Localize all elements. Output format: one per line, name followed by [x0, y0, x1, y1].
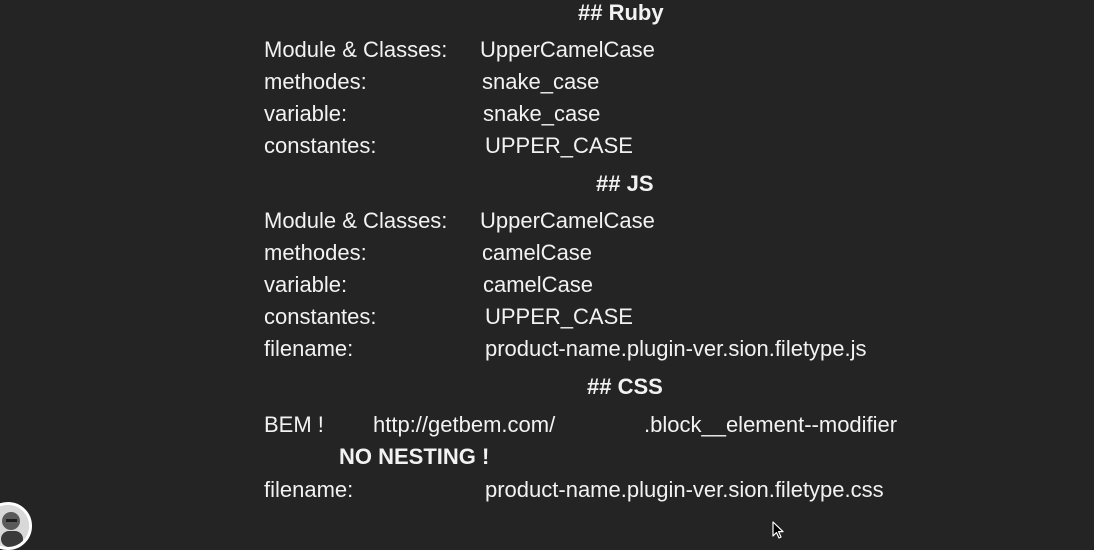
- css-bem-link: http://getbem.com/: [373, 412, 556, 437]
- ruby-label-methods: methodes:: [264, 69, 367, 94]
- ruby-value-methods: snake_case: [482, 69, 600, 94]
- js-heading: ## JS: [596, 171, 654, 196]
- js-value-modules: UpperCamelCase: [480, 208, 655, 233]
- css-heading: ## CSS: [587, 374, 663, 399]
- js-value-filename: product-name.plugin-ver.sion.filetype.js: [485, 336, 867, 361]
- js-label-methods: methodes:: [264, 240, 367, 265]
- js-value-constants: UPPER_CASE: [485, 304, 633, 329]
- slide-content: ## Ruby Module & Classes: UpperCamelCase…: [0, 0, 1094, 540]
- ruby-label-modules: Module & Classes:: [264, 37, 448, 62]
- mouse-cursor-icon: [772, 521, 784, 539]
- js-value-methods: camelCase: [482, 240, 593, 265]
- js-label-constants: constantes:: [264, 304, 377, 329]
- css-no-nesting: NO NESTING !: [339, 444, 490, 469]
- css-value-filename: product-name.plugin-ver.sion.filetype.cs…: [485, 477, 884, 502]
- ruby-label-variable: variable:: [264, 101, 348, 126]
- js-label-filename: filename:: [264, 336, 354, 361]
- ruby-heading: ## Ruby: [578, 0, 664, 25]
- ruby-label-constants: constantes:: [264, 133, 377, 158]
- ruby-value-constants: UPPER_CASE: [485, 133, 633, 158]
- ruby-value-variable: snake_case: [483, 101, 601, 126]
- js-label-modules: Module & Classes:: [264, 208, 448, 233]
- js-label-variable: variable:: [264, 272, 348, 297]
- css-bem-pattern: .block__element--modifier: [644, 412, 898, 437]
- css-bem-label: BEM !: [264, 412, 324, 437]
- css-label-filename: filename:: [264, 477, 354, 502]
- ruby-value-modules: UpperCamelCase: [480, 37, 655, 62]
- js-value-variable: camelCase: [483, 272, 594, 297]
